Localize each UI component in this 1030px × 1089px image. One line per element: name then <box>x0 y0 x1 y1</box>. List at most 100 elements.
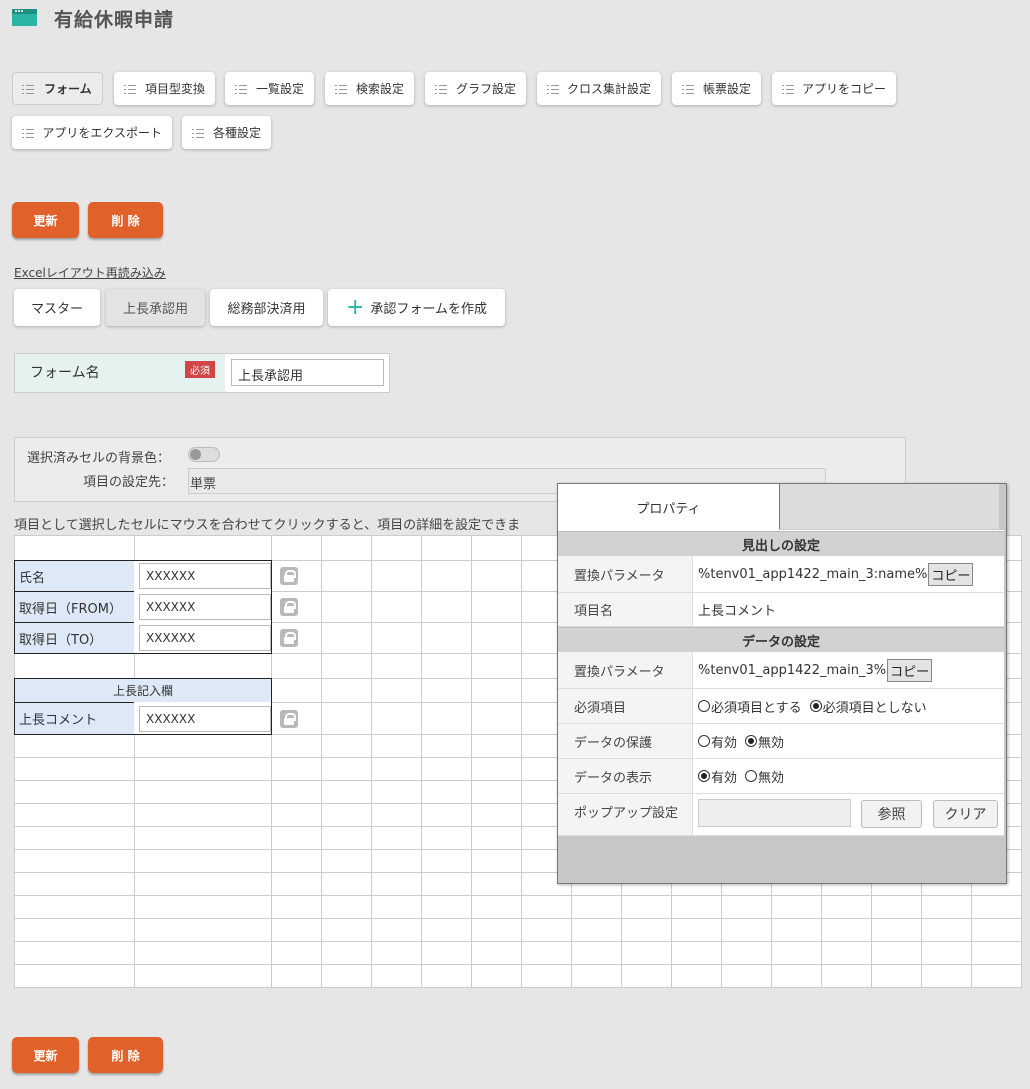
required-label: 必須項目 <box>558 689 693 724</box>
form-name-label: フォーム名 <box>30 365 100 381</box>
data-param-value: %tenv01_app1422_main_3% <box>698 662 887 678</box>
field-input-manager-comment[interactable]: XXXXXX <box>139 706 271 732</box>
field-input-to[interactable]: XXXXXX <box>139 625 271 651</box>
popup-input[interactable] <box>698 799 851 827</box>
required-badge: 必須 <box>185 361 215 378</box>
form-name-input[interactable]: 上長承認用 <box>231 359 384 386</box>
tab-properties[interactable]: プロパティ <box>558 484 779 531</box>
menu-type-convert-button[interactable]: 項目型変換 <box>114 72 215 105</box>
tab-empty[interactable] <box>779 484 999 529</box>
heading-copy-button[interactable]: コピー <box>928 562 974 586</box>
list-icon <box>235 84 247 94</box>
list-icon <box>335 84 347 94</box>
unlock-icon[interactable] <box>280 710 298 728</box>
delete-button[interactable]: 削 除 <box>88 202 163 238</box>
field-input-from[interactable]: XXXXXX <box>139 594 271 620</box>
menu-form-button[interactable]: フォーム <box>12 72 103 105</box>
required-options: 必須項目とする 必須項目としない <box>693 689 1004 724</box>
menu-label: グラフ設定 <box>455 82 516 96</box>
display-on-label: 有効 <box>711 770 738 786</box>
list-icon <box>22 128 35 138</box>
tab-manager-approval[interactable]: 上長承認用 <box>106 289 205 326</box>
tab-general-affairs[interactable]: 総務部決済用 <box>210 289 323 326</box>
item-name-value: 上長コメント <box>693 593 1004 627</box>
delete-button-bottom[interactable]: 削 除 <box>88 1037 163 1073</box>
menu-label: 検索設定 <box>355 82 404 96</box>
menu-label: アプリをエクスポート <box>42 126 162 140</box>
menu-label: フォーム <box>44 82 92 96</box>
heading-param-value: %tenv01_app1422_main_3:name% <box>698 566 928 582</box>
menu-label: アプリをコピー <box>801 82 886 96</box>
protect-off-label: 無効 <box>758 735 785 751</box>
list-icon <box>192 128 204 138</box>
radio-selected-icon[interactable] <box>698 770 710 782</box>
menu-label: クロス集計設定 <box>566 82 651 96</box>
menu-misc-settings-button[interactable]: 各種設定 <box>182 116 271 149</box>
browse-button[interactable]: 参照 <box>861 800 922 828</box>
radio-icon[interactable] <box>698 735 710 747</box>
list-icon <box>22 84 34 94</box>
radio-selected-icon[interactable] <box>809 700 822 712</box>
display-off-option[interactable]: 無効 <box>745 767 784 786</box>
popup-label: ポップアップ設定 <box>558 794 693 836</box>
excel-reload-link[interactable]: Excelレイアウト再読み込み <box>14 264 166 281</box>
required-no-label: 必須項目としない <box>822 700 927 716</box>
menu-copy-app-button[interactable]: アプリをコピー <box>772 72 896 105</box>
unlock-icon[interactable] <box>280 629 298 647</box>
radio-selected-icon[interactable] <box>745 735 758 747</box>
menu-label: 一覧設定 <box>255 82 304 96</box>
bg-color-toggle[interactable] <box>188 447 220 462</box>
unlock-icon[interactable] <box>280 567 298 585</box>
heading-param-label: 置換パラメータ <box>558 556 693 593</box>
field-label-manager-comment[interactable]: 上長コメント <box>14 702 135 735</box>
list-icon <box>547 84 559 94</box>
heading-param-row: %tenv01_app1422_main_3:name% コピー <box>693 556 1004 593</box>
list-icon <box>682 84 694 94</box>
protect-label: データの保護 <box>558 724 693 759</box>
menu-cross-tab-button[interactable]: クロス集計設定 <box>537 72 661 105</box>
menu-label: 各種設定 <box>212 126 261 140</box>
heading-settings-section: 見出しの設定 <box>558 531 1004 556</box>
target-label: 項目の設定先： <box>83 475 175 490</box>
update-button[interactable]: 更新 <box>12 202 79 238</box>
menu-export-app-button[interactable]: アプリをエクスポート <box>12 116 172 149</box>
display-on-option[interactable]: 有効 <box>698 767 737 786</box>
tab-master[interactable]: マスター <box>14 289 100 326</box>
menu-graph-settings-button[interactable]: グラフ設定 <box>425 72 526 105</box>
radio-icon[interactable] <box>698 700 710 712</box>
app-window-icon <box>12 9 37 26</box>
menu-label: 帳票設定 <box>702 82 751 96</box>
field-label-from[interactable]: 取得日（FROM） <box>14 591 135 623</box>
item-name-label: 項目名 <box>558 593 693 627</box>
clear-button[interactable]: クリア <box>933 800 998 828</box>
section-header-manager[interactable]: 上長記入欄 <box>14 678 272 703</box>
field-label-name[interactable]: 氏名 <box>14 560 135 592</box>
radio-icon[interactable] <box>745 770 758 782</box>
create-approval-form-button[interactable]: + 承認フォームを作成 <box>328 289 505 326</box>
list-icon <box>124 84 136 94</box>
required-yes-option[interactable]: 必須項目とする <box>698 697 802 716</box>
protect-options: 有効 無効 <box>693 724 1004 759</box>
update-button-bottom[interactable]: 更新 <box>12 1037 79 1073</box>
unlock-icon[interactable] <box>280 598 298 616</box>
field-label-to[interactable]: 取得日（TO） <box>14 622 135 654</box>
bg-color-label: 選択済みセルの背景色： <box>27 451 171 466</box>
data-param-row: %tenv01_app1422_main_3% コピー <box>693 652 1004 689</box>
menu-list-settings-button[interactable]: 一覧設定 <box>225 72 314 105</box>
data-copy-button[interactable]: コピー <box>887 658 933 682</box>
protect-off-option[interactable]: 無効 <box>745 732 784 751</box>
list-icon <box>435 84 447 94</box>
list-icon <box>782 84 794 94</box>
data-param-label: 置換パラメータ <box>558 652 693 689</box>
protect-on-option[interactable]: 有効 <box>698 732 737 751</box>
create-approval-form-label: 承認フォームを作成 <box>370 302 488 317</box>
menu-label: 項目型変換 <box>144 82 205 96</box>
plus-icon: + <box>345 294 365 320</box>
field-input-name[interactable]: XXXXXX <box>139 563 271 589</box>
display-label: データの表示 <box>558 759 693 794</box>
menu-search-settings-button[interactable]: 検索設定 <box>325 72 414 105</box>
required-no-option[interactable]: 必須項目としない <box>809 697 927 716</box>
data-settings-section: データの設定 <box>558 627 1004 652</box>
menu-report-settings-button[interactable]: 帳票設定 <box>672 72 761 105</box>
display-off-label: 無効 <box>758 770 785 786</box>
